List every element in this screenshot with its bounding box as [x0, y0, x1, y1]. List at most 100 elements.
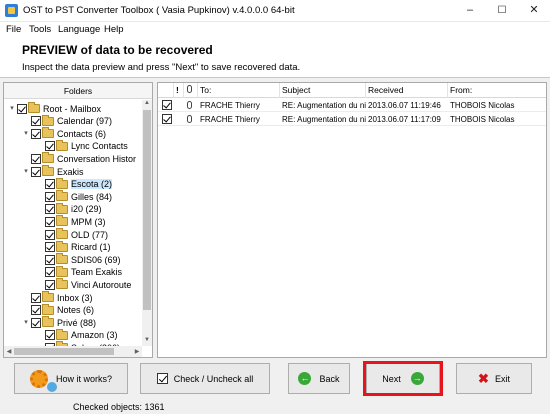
expander-icon[interactable]: ▾ — [8, 104, 16, 114]
tree-item-label: Amazon (3) — [71, 330, 118, 341]
expander-icon[interactable] — [36, 179, 44, 189]
column-received[interactable]: Received — [366, 83, 448, 98]
expander-icon[interactable] — [36, 192, 44, 202]
folders-vertical-scrollbar[interactable]: ▲ ▼ — [142, 100, 152, 346]
how-it-works-button[interactable]: How it works? — [14, 363, 128, 394]
folder-checkbox[interactable] — [45, 141, 55, 152]
folder-checkbox[interactable] — [45, 279, 55, 290]
tree-item[interactable]: MPM (3) — [36, 215, 106, 228]
folder-icon — [56, 190, 68, 202]
folders-horizontal-scrollbar[interactable]: ◀ ▶ — [4, 346, 142, 357]
close-button[interactable]: ✕ — [518, 0, 550, 22]
tree-item[interactable]: ▾ Root - Mailbox — [8, 102, 101, 115]
expander-icon[interactable] — [36, 217, 44, 227]
scroll-thumb[interactable] — [143, 110, 151, 310]
folder-icon — [42, 291, 54, 302]
tree-item[interactable]: ▾ Exakis — [22, 165, 84, 178]
folder-checkbox[interactable] — [45, 330, 55, 341]
folder-checkbox[interactable] — [31, 128, 41, 139]
expander-icon[interactable] — [22, 116, 30, 126]
exit-label: Exit — [494, 373, 510, 384]
expander-icon[interactable] — [22, 305, 30, 315]
tree-item[interactable]: i20 (29) — [36, 202, 102, 216]
column-subject[interactable]: Subject — [280, 83, 366, 98]
tree-item[interactable]: Amazon (3) — [36, 328, 118, 342]
folder-icon — [56, 177, 68, 189]
back-button[interactable]: ← Back — [288, 363, 350, 394]
column-from[interactable]: From: — [448, 83, 546, 98]
folder-checkbox[interactable] — [45, 216, 55, 227]
column-to[interactable]: To: — [198, 83, 280, 98]
expander-icon[interactable] — [36, 280, 44, 290]
expander-icon[interactable] — [36, 255, 44, 265]
folder-icon — [56, 240, 68, 252]
menu-help[interactable]: Help — [104, 24, 124, 35]
minimize-button[interactable]: – — [454, 0, 486, 22]
expander-icon[interactable] — [36, 267, 44, 277]
table-row[interactable]: FRACHE Thierry RE: Augmentation du ni 2013… — [158, 99, 546, 112]
scroll-right-icon[interactable]: ▶ — [132, 348, 142, 355]
tree-item[interactable]: Conversation Histor — [22, 152, 136, 165]
tree-item[interactable]: OLD (77) — [36, 228, 108, 241]
folder-checkbox[interactable] — [45, 191, 55, 202]
expander-icon[interactable] — [22, 154, 30, 164]
row-checkbox[interactable] — [162, 114, 172, 124]
tree-item[interactable]: ▾ Privé (88) — [22, 316, 96, 329]
folder-checkbox[interactable] — [45, 179, 55, 190]
folder-checkbox[interactable] — [31, 292, 41, 303]
tree-item[interactable]: SDIS06 (69) — [36, 253, 121, 266]
folder-checkbox[interactable] — [31, 153, 41, 164]
expander-icon[interactable] — [22, 293, 30, 303]
check-uncheck-all-button[interactable]: Check / Uncheck all — [140, 363, 270, 394]
tree-item[interactable]: Vinci Autoroute — [36, 278, 131, 291]
folder-checkbox[interactable] — [45, 242, 55, 253]
scroll-left-icon[interactable]: ◀ — [4, 348, 14, 355]
tree-item[interactable]: ▾ Contacts (6) — [22, 127, 106, 140]
expander-icon[interactable]: ▾ — [22, 129, 30, 139]
tree-item-label: i20 (29) — [71, 204, 102, 215]
exit-button[interactable]: ✖ Exit — [456, 363, 532, 394]
column-importance[interactable]: ! — [174, 83, 184, 98]
tree-item[interactable]: Escota (2) — [36, 177, 113, 191]
table-row[interactable]: FRACHE Thierry RE: Augmentation du ni 2013… — [158, 113, 546, 126]
expander-icon[interactable] — [36, 242, 44, 252]
expander-icon[interactable] — [36, 204, 44, 214]
expander-icon[interactable] — [36, 330, 44, 340]
folder-checkbox[interactable] — [45, 267, 55, 278]
tree-item-label: Notes (6) — [57, 305, 95, 316]
tree-item[interactable]: Team Exakis — [36, 265, 122, 279]
column-attachment[interactable] — [184, 83, 198, 98]
folder-checkbox[interactable] — [45, 204, 55, 215]
folder-checkbox[interactable] — [31, 305, 41, 316]
folder-icon — [42, 114, 54, 126]
cell-received: 2013.06.07 11:19:46 — [368, 101, 441, 110]
folder-checkbox[interactable] — [31, 166, 41, 177]
tree-item[interactable]: Gilles (84) — [36, 190, 112, 203]
folder-checkbox[interactable] — [31, 116, 41, 127]
folder-checkbox[interactable] — [45, 229, 55, 240]
expander-icon[interactable]: ▾ — [22, 318, 30, 328]
tree-item[interactable]: Notes (6) — [22, 303, 95, 317]
folder-checkbox[interactable] — [31, 317, 41, 328]
tree-item[interactable]: Calendar (97) — [22, 114, 112, 128]
scroll-up-icon[interactable]: ▲ — [142, 100, 152, 106]
column-check[interactable] — [158, 83, 174, 98]
tree-item[interactable]: Inbox (3) — [22, 291, 93, 304]
menu-file[interactable]: File — [6, 24, 21, 35]
expander-icon[interactable] — [36, 230, 44, 240]
menu-language[interactable]: Language — [58, 24, 100, 35]
expander-icon[interactable] — [36, 141, 44, 151]
expander-icon[interactable]: ▾ — [22, 167, 30, 177]
scroll-thumb[interactable] — [14, 348, 114, 355]
row-checkbox[interactable] — [162, 100, 172, 110]
folder-checkbox[interactable] — [17, 103, 27, 114]
folder-tree[interactable]: ▾ Root - Mailbox Calendar (97) ▾ Contacts (6… — [4, 100, 142, 346]
scroll-down-icon[interactable]: ▼ — [142, 337, 152, 343]
maximize-button[interactable]: ☐ — [486, 0, 518, 22]
folder-checkbox[interactable] — [45, 254, 55, 265]
tree-item[interactable]: Lync Contacts — [36, 139, 128, 153]
menu-tools[interactable]: Tools — [29, 24, 51, 35]
page-title: PREVIEW of data to be recovered — [22, 43, 213, 57]
back-label: Back — [319, 373, 340, 384]
tree-item[interactable]: Ricard (1) — [36, 240, 111, 254]
